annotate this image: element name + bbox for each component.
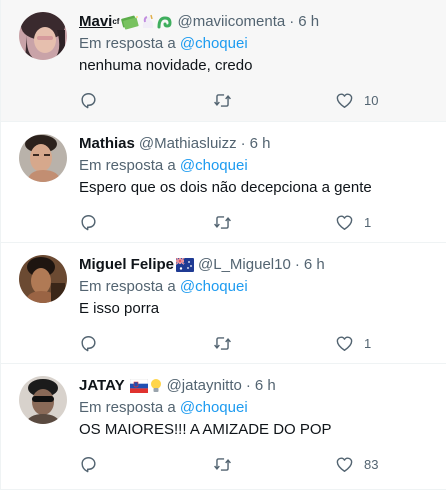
tweet[interactable]: Mavi cf @maviicomenta · 6 h Em resposta … (1, 0, 446, 122)
like-count: 1 (364, 214, 372, 230)
tweet-text: OS MAIORES!!! A AMIZADE DO POP (79, 421, 332, 438)
retweet-button[interactable] (213, 91, 335, 110)
retweet-icon (214, 457, 231, 471)
separator-dot: · (245, 377, 251, 394)
reply-context: Em resposta a @choquei (79, 156, 430, 176)
tweet-actions: 83 (79, 452, 430, 488)
timestamp[interactable]: 6 h (255, 376, 276, 396)
light-bulb-icon (150, 379, 161, 392)
reply-prefix: Em resposta a (79, 399, 176, 416)
like-button[interactable]: 1 (335, 213, 371, 232)
user-handle[interactable]: @L_Miguel10 (198, 255, 291, 275)
like-count: 10 (364, 92, 379, 108)
like-button[interactable]: 1 (335, 334, 371, 353)
avatar[interactable] (19, 134, 67, 182)
name-emojis (129, 378, 163, 394)
heart-icon (336, 214, 353, 230)
tweet-actions: 10 (79, 88, 430, 124)
timestamp[interactable]: 6 h (298, 12, 319, 32)
reply-prefix: Em resposta a (79, 35, 176, 52)
name-emojis (176, 258, 195, 272)
heart-icon (336, 335, 353, 351)
reply-prefix: Em resposta a (79, 157, 176, 174)
user-handle[interactable]: @Mathiasluizz (139, 134, 237, 154)
separator-dot: · (294, 256, 300, 273)
reply-button[interactable] (79, 91, 213, 110)
tweet[interactable]: Miguel Felipe @L_Miguel10 · 6 h Em respo… (1, 243, 446, 364)
reply-icon (81, 92, 96, 108)
display-name[interactable]: JATAY (79, 376, 125, 396)
display-name[interactable]: Mavi (79, 12, 112, 32)
name-emojis (121, 14, 173, 30)
reply-button[interactable] (79, 213, 213, 232)
tweet-actions: 1 (79, 210, 430, 246)
tweet-actions: 1 (79, 331, 430, 367)
separator-dot: · (240, 135, 246, 152)
timestamp[interactable]: 6 h (250, 134, 271, 154)
reply-button[interactable] (79, 455, 213, 474)
reply-icon (81, 214, 96, 230)
reply-icon (81, 335, 96, 351)
separator-dot: · (289, 13, 295, 30)
reply-icon (81, 456, 96, 472)
display-name[interactable]: Miguel Felipe (79, 255, 174, 275)
like-count: 1 (364, 335, 372, 351)
like-count: 83 (364, 456, 379, 472)
replies-feed: Mavi cf @maviicomenta · 6 h Em resposta … (0, 0, 446, 490)
like-button[interactable]: 83 (335, 455, 378, 474)
timestamp[interactable]: 6 h (304, 255, 325, 275)
tweet[interactable]: JATAY @jataynitto · 6 h Em resposta a @c… (1, 364, 446, 490)
reply-mention-link[interactable]: @choquei (180, 157, 248, 174)
user-handle[interactable]: @maviicomenta (177, 12, 285, 32)
reply-context: Em resposta a @choquei (79, 398, 430, 418)
retweet-button[interactable] (213, 213, 335, 232)
reply-context: Em resposta a @choquei (79, 277, 430, 297)
reply-button[interactable] (79, 334, 213, 353)
tweet-text: E isso porra (79, 300, 160, 317)
heart-icon (336, 456, 353, 472)
retweet-icon (214, 336, 231, 350)
retweet-button[interactable] (213, 455, 335, 474)
reply-mention-link[interactable]: @choquei (180, 278, 248, 295)
display-name[interactable]: Mathias (79, 134, 135, 154)
like-button[interactable]: 10 (335, 91, 378, 110)
retweet-icon (214, 215, 231, 229)
heart-icon (336, 92, 353, 108)
retweet-button[interactable] (213, 334, 335, 353)
avatar[interactable] (19, 255, 67, 303)
tweet-text: nenhuma novidade, credo (79, 57, 253, 74)
avatar[interactable] (19, 12, 67, 60)
reply-mention-link[interactable]: @choquei (180, 35, 248, 52)
tweet[interactable]: Mathias @Mathiasluizz · 6 h Em resposta … (1, 122, 446, 243)
user-handle[interactable]: @jataynitto (167, 376, 242, 396)
australia-flag-icon (176, 258, 195, 272)
retweet-icon (214, 93, 231, 107)
money-icon (121, 15, 140, 30)
name-suffix: cf (112, 17, 120, 26)
reply-prefix: Em resposta a (79, 278, 176, 295)
unicorn-icon (143, 14, 154, 28)
wave-icon (157, 16, 172, 29)
avatar[interactable] (19, 376, 67, 424)
tweet-text: Espero que os dois não decepciona a gent… (79, 179, 372, 196)
slovenia-flag-icon (129, 379, 148, 393)
reply-context: Em resposta a @choquei (79, 34, 430, 54)
reply-mention-link[interactable]: @choquei (180, 399, 248, 416)
